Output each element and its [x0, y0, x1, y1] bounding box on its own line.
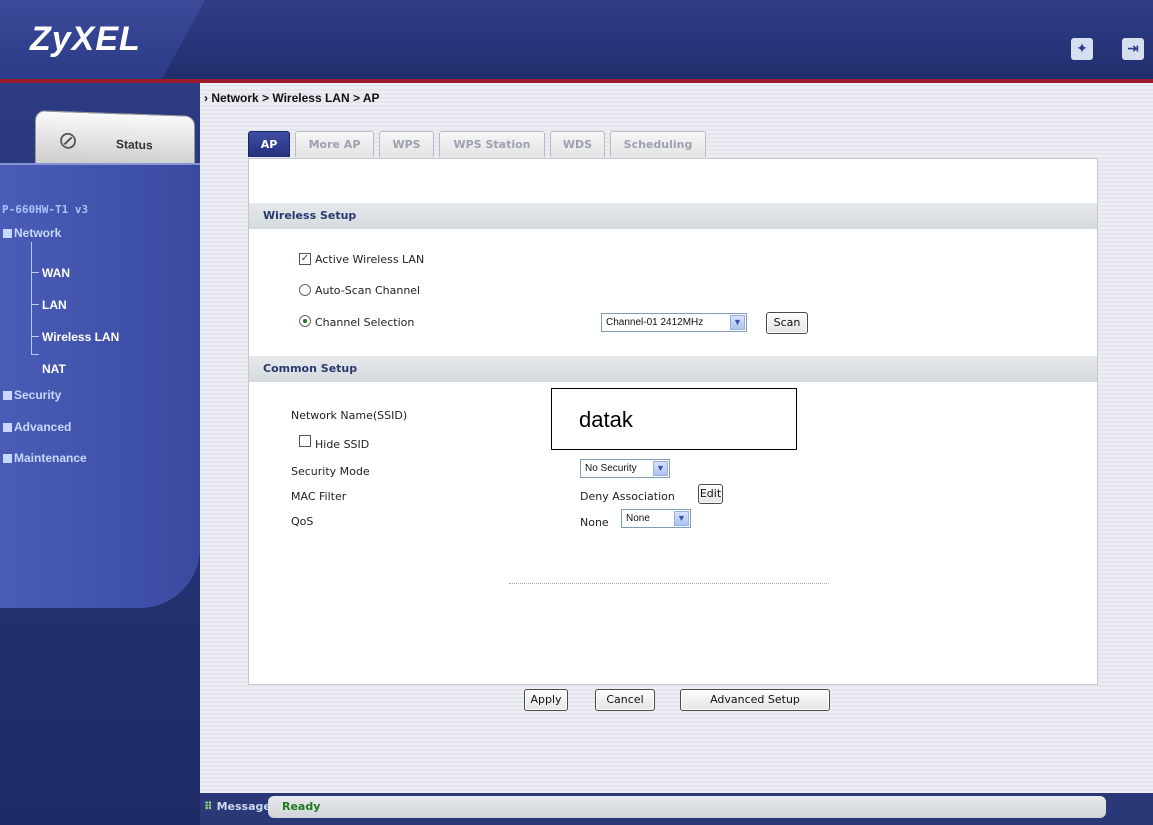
chevron-down-icon: ▼ — [730, 315, 745, 330]
auto-scan-label: Auto-Scan Channel — [315, 284, 421, 297]
chevron-down-icon: ▼ — [653, 461, 668, 476]
nav-panel: P-660HW-T1 v3 Network WAN LAN Wireless L… — [0, 163, 200, 608]
logout-icon[interactable]: ⇥ — [1122, 38, 1144, 60]
router-icon: ⊘ — [58, 126, 79, 155]
device-model: P-660HW-T1 v3 — [2, 203, 89, 216]
sidebar-item-security[interactable]: Security — [3, 388, 61, 402]
expand-icon — [3, 454, 12, 463]
qos-label: QoS — [291, 515, 314, 528]
sidebar-item-wan[interactable]: WAN — [42, 266, 70, 280]
mac-filter-label: MAC Filter — [291, 490, 347, 503]
ssid-label: Network Name(SSID) — [291, 409, 408, 422]
status-label: Status — [116, 137, 153, 153]
apply-button[interactable]: Apply — [524, 689, 568, 711]
common-setup-heading: Common Setup — [249, 356, 1097, 382]
message-label: ⠿ Message — [204, 800, 271, 813]
qos-text: None — [580, 516, 609, 529]
scan-button[interactable]: Scan — [766, 312, 808, 334]
security-mode-label: Security Mode — [291, 465, 370, 478]
sidebar-item-network[interactable]: Network — [3, 226, 61, 240]
tab-wps[interactable]: WPS — [379, 131, 434, 157]
wireless-setup-heading: Wireless Setup — [249, 203, 1097, 229]
channel-selection-radio[interactable] — [299, 315, 311, 327]
divider — [509, 583, 829, 584]
expand-icon — [3, 391, 12, 400]
qos-select[interactable]: None ▼ — [621, 509, 691, 528]
main-content: › Network > Wireless LAN > AP AP More AP… — [200, 83, 1153, 825]
mac-filter-edit-button[interactable]: Edit — [698, 484, 723, 504]
sidebar-item-maintenance[interactable]: Maintenance — [3, 451, 87, 465]
status-bar: ⠿ Message Ready — [200, 793, 1153, 825]
hide-ssid-checkbox[interactable] — [299, 435, 311, 447]
tab-ap[interactable]: AP — [248, 131, 290, 157]
ssid-input[interactable]: datak — [551, 388, 797, 450]
wizard-icon[interactable]: ✦ — [1071, 38, 1093, 60]
sidebar-item-advanced[interactable]: Advanced — [3, 420, 71, 434]
top-header: ZyXEL ✦ ⇥ — [0, 0, 1153, 83]
cancel-button[interactable]: Cancel — [595, 689, 655, 711]
tab-wds[interactable]: WDS — [550, 131, 605, 157]
status-message: Ready — [268, 796, 1106, 818]
auto-scan-radio[interactable] — [299, 284, 311, 296]
collapse-icon — [3, 229, 12, 238]
message-icon: ⠿ — [204, 800, 213, 813]
chevron-down-icon: ▼ — [674, 511, 689, 526]
breadcrumb: › Network > Wireless LAN > AP — [204, 91, 380, 105]
channel-select[interactable]: Channel-01 2412MHz ▼ — [601, 313, 747, 332]
tab-scheduling[interactable]: Scheduling — [610, 131, 706, 157]
sidebar-item-wireless-lan[interactable]: Wireless LAN — [42, 330, 119, 344]
active-wireless-lan-checkbox[interactable]: ✓ — [299, 253, 311, 265]
active-wireless-lan-label: Active Wireless LAN — [315, 253, 425, 266]
advanced-setup-button[interactable]: Advanced Setup — [680, 689, 830, 711]
channel-selection-label: Channel Selection — [315, 316, 415, 329]
sidebar-item-nat[interactable]: NAT — [42, 362, 66, 376]
tab-more-ap[interactable]: More AP — [295, 131, 374, 157]
hide-ssid-label: Hide SSID — [315, 438, 370, 451]
sidebar: ⊘ Status P-660HW-T1 v3 Network WAN LAN W… — [0, 83, 200, 825]
expand-icon — [3, 423, 12, 432]
tab-wps-station[interactable]: WPS Station — [439, 131, 545, 157]
sidebar-item-lan[interactable]: LAN — [42, 298, 67, 312]
tree-line — [31, 242, 32, 354]
mac-filter-value: Deny Association — [580, 490, 675, 503]
security-mode-select[interactable]: No Security ▼ — [580, 459, 670, 478]
zyxel-logo: ZyXEL — [30, 20, 141, 58]
